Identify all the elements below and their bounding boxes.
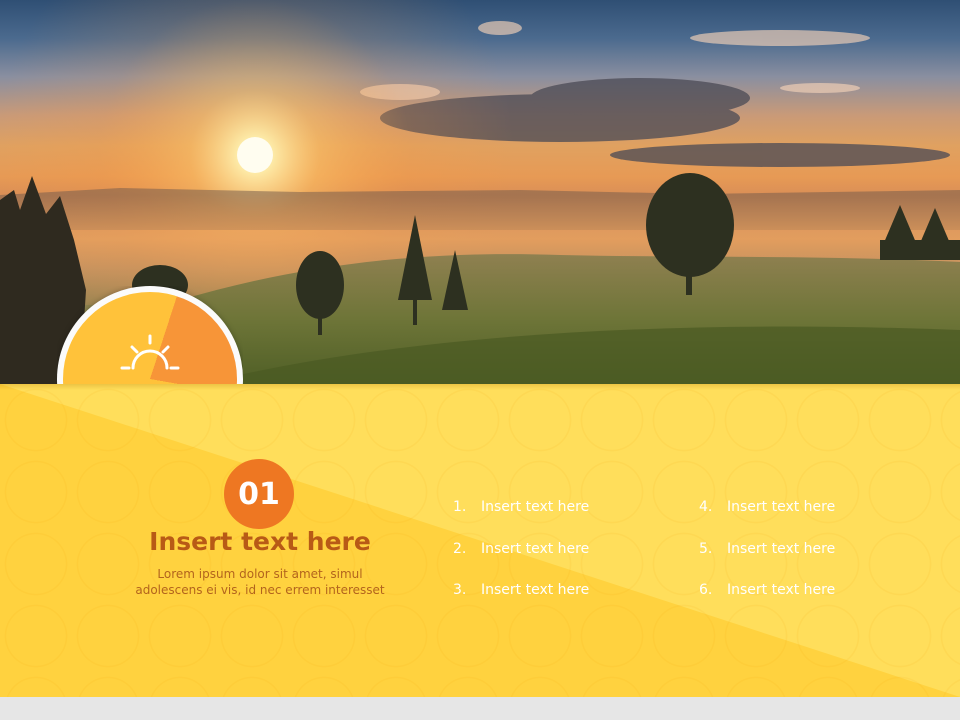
list-item: 4. Insert text here — [699, 499, 835, 515]
band-top-shadow — [0, 384, 960, 390]
description-line-2: adolescens ei vis, id nec errem interess… — [135, 583, 385, 597]
sun — [237, 137, 273, 173]
slide: 01 Insert text here Lorem ipsum dolor si… — [0, 0, 960, 697]
list-item-text: Insert text here — [727, 582, 836, 598]
list-item-number: 1. — [453, 499, 467, 515]
list-item-text: Insert text here — [481, 541, 590, 557]
list-item-text: Insert text here — [727, 541, 836, 557]
list-item: 3. Insert text here — [453, 582, 589, 598]
list-item-number: 2. — [453, 541, 467, 557]
list-item-text: Insert text here — [727, 499, 836, 515]
list-item: 5. Insert text here — [699, 541, 835, 557]
list-item-number: 4. — [699, 499, 713, 515]
section-title: Insert text here — [149, 527, 371, 556]
section-number-badge: 01 — [224, 459, 294, 529]
description-line-1: Lorem ipsum dolor sit amet, simul — [157, 567, 363, 581]
list-item: 6. Insert text here — [699, 582, 835, 598]
sun-horizon-icon — [120, 334, 180, 370]
list-item: 1. Insert text here — [453, 499, 589, 515]
list-item-number: 5. — [699, 541, 713, 557]
section-description: Lorem ipsum dolor sit amet, simul adoles… — [110, 566, 410, 598]
list-item-text: Insert text here — [481, 499, 590, 515]
list-item-text: Insert text here — [481, 582, 590, 598]
sun-badge — [57, 286, 243, 384]
list-item-number: 3. — [453, 582, 467, 598]
list-item: 2. Insert text here — [453, 541, 589, 557]
list-item-number: 6. — [699, 582, 713, 598]
